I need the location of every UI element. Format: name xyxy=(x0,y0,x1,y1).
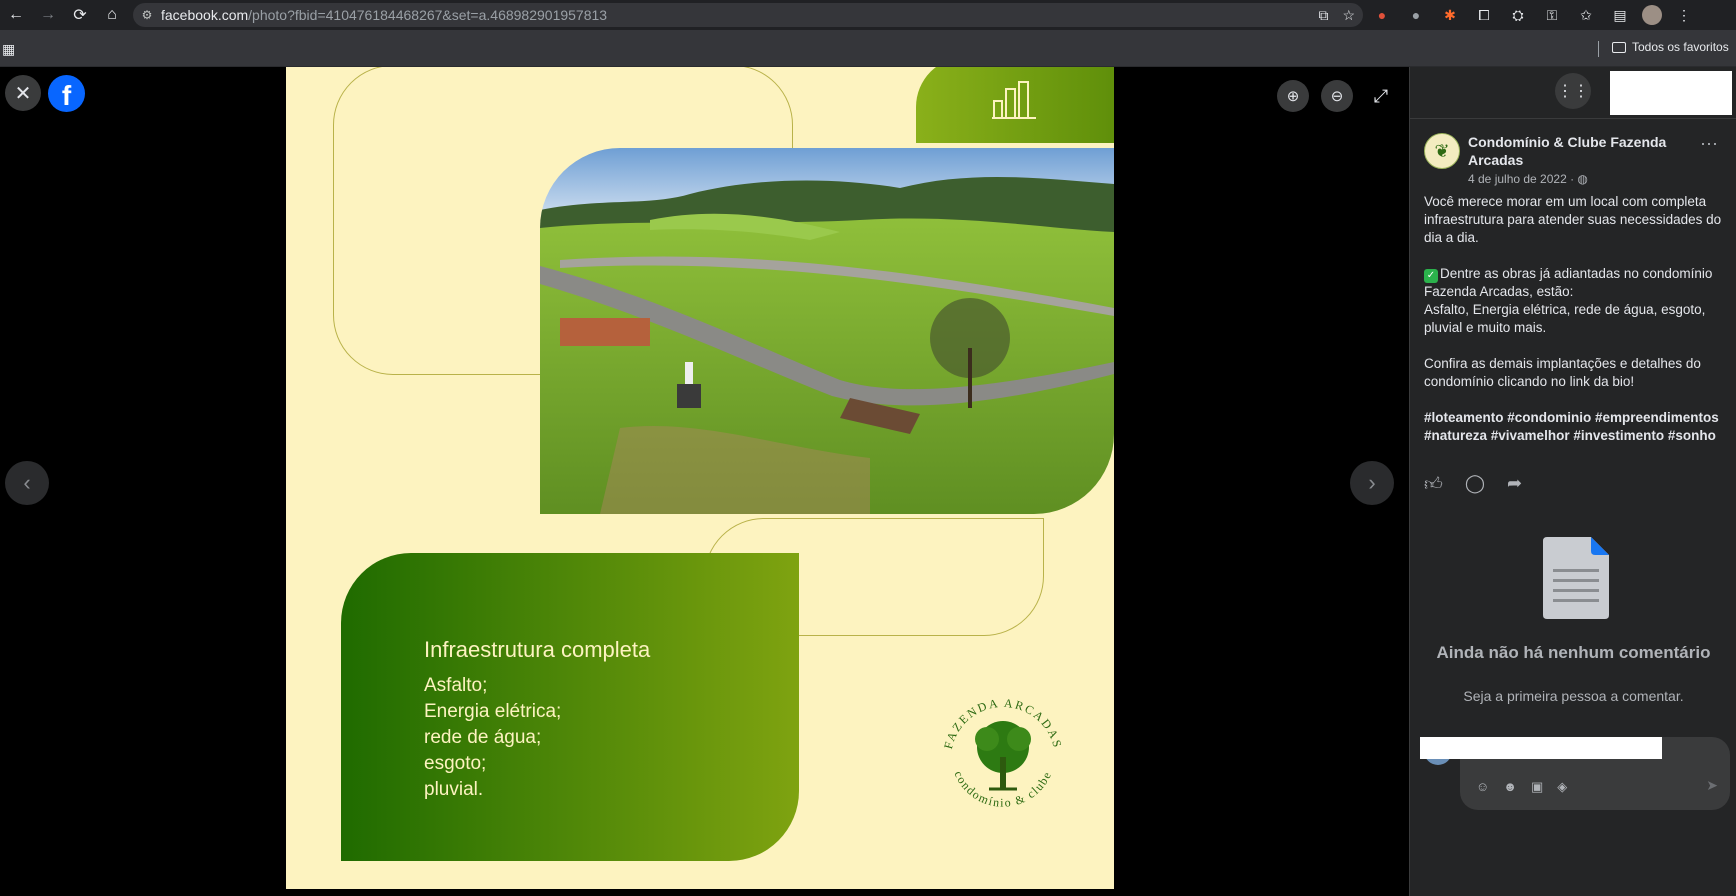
profile-avatar-icon[interactable] xyxy=(1642,5,1662,25)
infrastructure-card: Infraestrutura completa Asfalto; Energia… xyxy=(341,553,799,861)
comment-icon[interactable]: ◯ xyxy=(1465,473,1485,495)
menu-grid-icon[interactable]: ⋮⋮ xyxy=(1555,73,1591,109)
page-avatar[interactable]: ❦ xyxy=(1424,133,1460,169)
post-paragraph: ✓ Dentre as obras já adiantadas no condom… xyxy=(1424,266,1713,335)
extension-red-icon[interactable]: ● xyxy=(1370,3,1394,27)
browser-toolbar: ← → ⟳ ⌂ ⚙ facebook.com/photo?fbid=410476… xyxy=(0,0,1736,30)
post-date[interactable]: 4 de julho de 2022 · ◍ xyxy=(1468,172,1588,186)
composer-tools: ☺ ☻ ▣ ◈ xyxy=(1476,779,1567,795)
zoom-out-icon[interactable]: ⊖ xyxy=(1321,80,1353,112)
share-icon[interactable]: ➦ xyxy=(1507,473,1522,495)
reload-icon[interactable]: ⟳ xyxy=(64,0,96,30)
password-key-icon[interactable]: ⚿ xyxy=(1540,3,1564,27)
browser-menu-icon[interactable]: ⋮ xyxy=(1672,3,1696,27)
extensions-puzzle-icon[interactable]: ⧠ xyxy=(1472,3,1496,27)
like-icon[interactable]: 👍︎ xyxy=(1424,473,1443,495)
fazenda-arcadas-logo: FAZENDA ARCADAS condomínio & clube xyxy=(941,696,1063,810)
card-line: Asfalto; xyxy=(424,675,488,696)
post-paragraph: Confira as demais implantações e detalhe… xyxy=(1424,356,1701,389)
landscape-photo xyxy=(540,148,1114,514)
bookmark-folder-label: Todos os favoritos xyxy=(1632,40,1729,54)
incognito-icon[interactable]: ⛭ xyxy=(1506,3,1530,27)
bookmarks-bar: ▦ Todos os favoritos xyxy=(0,30,1736,67)
bookmark-star-icon[interactable]: ☆ xyxy=(1342,7,1355,24)
extensions-area: ● ● ✱ ⧠ ⛭ ⚿ ✩ ▤ ⋮ xyxy=(1370,0,1696,30)
folder-icon xyxy=(1612,41,1626,53)
check-mark-icon: ✓ xyxy=(1424,269,1438,283)
zoom-in-icon[interactable]: ⊕ xyxy=(1277,80,1309,112)
document-icon xyxy=(1543,537,1609,619)
send-icon[interactable]: ➤ xyxy=(1706,777,1718,794)
post-paragraph: Você merece morar em um local com comple… xyxy=(1424,194,1722,245)
apps-grid-icon[interactable]: ▦ xyxy=(2,41,15,58)
avatar-sticker-icon[interactable]: ☺ xyxy=(1476,779,1489,795)
emoji-icon[interactable]: ☻ xyxy=(1503,779,1517,795)
facebook-logo-icon[interactable]: f xyxy=(48,75,85,112)
card-line: rede de água; xyxy=(424,727,542,748)
photo-viewer: ✕ f ⊕ ⊖ ⤢ ‹ › Infraestrutura completa As… xyxy=(0,67,1409,896)
card-line: Energia elétrica; xyxy=(424,701,562,722)
site-info-icon[interactable]: ⚙ xyxy=(133,8,161,22)
close-icon[interactable]: ✕ xyxy=(5,75,41,111)
address-bar[interactable]: ⚙ facebook.com/photo?fbid=41047618446826… xyxy=(133,3,1363,27)
bookmark-folder-all[interactable]: Todos os favoritos xyxy=(1612,40,1729,54)
sticker-icon[interactable]: ◈ xyxy=(1557,779,1567,795)
page-name-link[interactable]: Condomínio & Clube Fazenda Arcadas xyxy=(1468,133,1688,169)
post-photo: Infraestrutura completa Asfalto; Energia… xyxy=(286,67,1114,889)
next-photo-icon[interactable]: › xyxy=(1350,461,1394,505)
install-app-icon[interactable]: ⧉ xyxy=(1318,7,1328,24)
card-line: esgoto; xyxy=(424,753,487,774)
back-icon[interactable]: ← xyxy=(0,0,32,30)
more-options-icon[interactable]: ··· xyxy=(1700,133,1718,154)
previous-photo-icon[interactable]: ‹ xyxy=(5,461,49,505)
extension-gray-icon[interactable]: ● xyxy=(1404,3,1428,27)
card-line: pluvial. xyxy=(424,779,484,800)
panel-header: ⋮⋮ xyxy=(1410,67,1736,119)
buildings-icon xyxy=(992,81,1036,119)
url-text[interactable]: facebook.com/photo?fbid=410476184468267&… xyxy=(161,7,607,23)
redacted-comment-input xyxy=(1420,737,1662,759)
redacted-area xyxy=(1610,71,1732,115)
fullscreen-icon[interactable]: ⤢ xyxy=(1365,80,1397,112)
favorites-star-icon[interactable]: ✩ xyxy=(1574,3,1598,27)
home-icon[interactable]: ⌂ xyxy=(96,0,128,30)
bookmarks-divider xyxy=(1598,41,1599,57)
no-comments-subtitle: Seja a primeira pessoa a comentar. xyxy=(1463,688,1684,704)
card-title: Infraestrutura completa xyxy=(424,637,651,662)
globe-icon: ◍ xyxy=(1577,172,1588,186)
gif-icon[interactable]: ▣ xyxy=(1531,779,1543,795)
reading-list-icon[interactable]: ▤ xyxy=(1608,3,1632,27)
post-side-panel: ⋮⋮ ❦ Condomínio & Clube Fazenda Arcadas … xyxy=(1409,67,1736,896)
post-actions: 👍︎ ◯ ➦ xyxy=(1424,473,1522,495)
post-text: Você merece morar em um local com comple… xyxy=(1424,193,1726,445)
forward-icon[interactable]: → xyxy=(32,0,64,30)
extension-orange-icon[interactable]: ✱ xyxy=(1438,3,1462,27)
no-comments-title: Ainda não há nenhum comentário xyxy=(1436,643,1711,662)
post-hashtags[interactable]: #loteamento #condominio #empreendimentos… xyxy=(1424,409,1726,445)
